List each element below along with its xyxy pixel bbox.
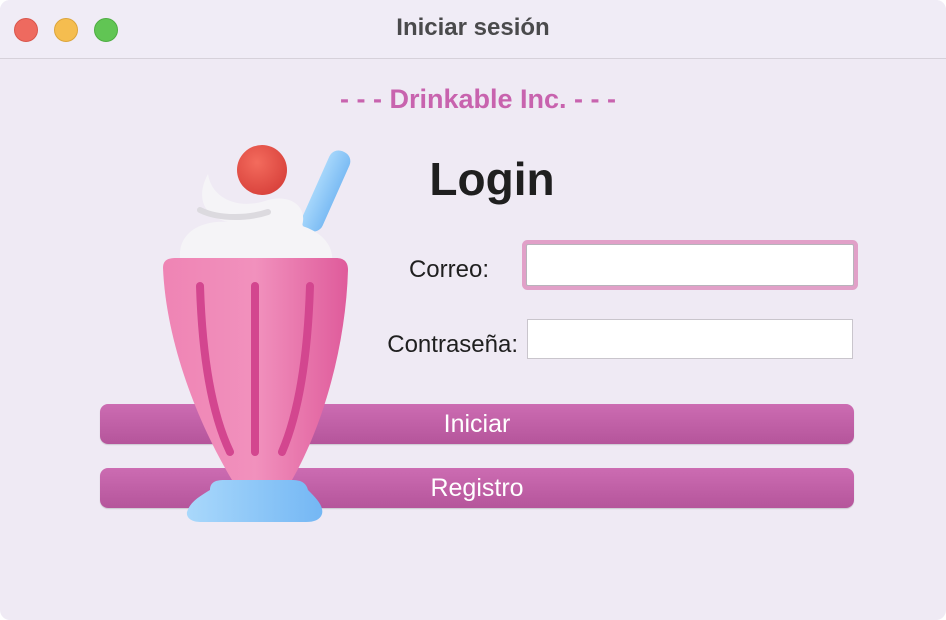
milkshake-icon — [163, 145, 351, 522]
password-field[interactable] — [527, 319, 853, 359]
brand-title: - - - Drinkable Inc. - - - — [339, 84, 616, 114]
title-bar: Iniciar sesión — [0, 0, 946, 59]
window-title: Iniciar sesión — [396, 14, 550, 41]
email-field[interactable] — [526, 244, 854, 286]
email-label: Correo: — [408, 256, 489, 283]
password-label: Contraseña: — [387, 331, 518, 358]
login-window: Iniciar sesión - - - Drinkable Inc. - - … — [0, 0, 946, 620]
login-heading: Login — [429, 153, 555, 205]
